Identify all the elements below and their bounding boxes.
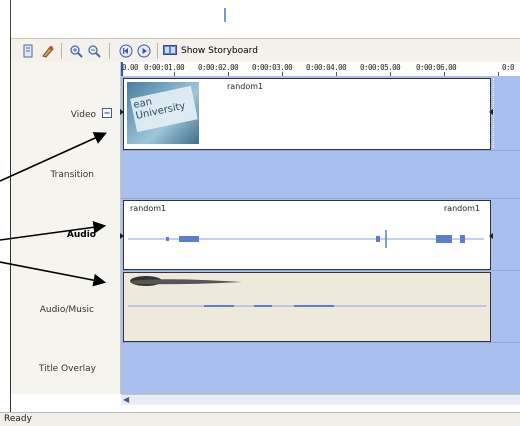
annotation-arrows: [0, 132, 107, 287]
annotation-arrow: [0, 132, 107, 182]
status-bar: Ready: [0, 412, 520, 426]
annotation-arrow: [0, 261, 107, 287]
annotation-arrow: [0, 220, 107, 241]
status-text: Ready: [4, 414, 32, 424]
